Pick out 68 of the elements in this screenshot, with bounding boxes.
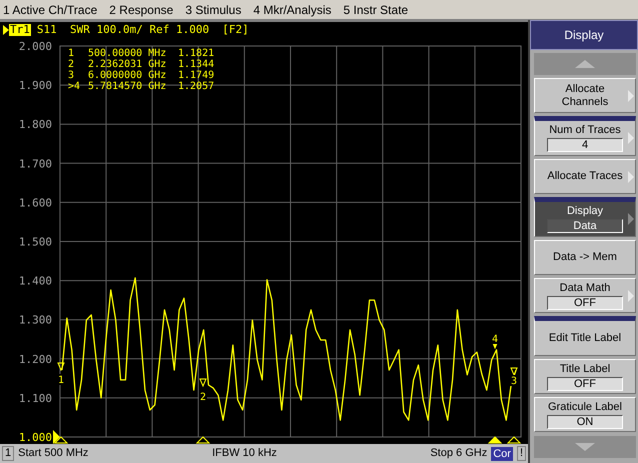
down-arrow-icon: [575, 443, 595, 451]
softkey-button[interactable]: Data Math OFF: [534, 278, 636, 313]
submenu-arrow-icon: [628, 213, 634, 225]
scroll-up-button[interactable]: [534, 53, 636, 75]
ifbw-setting: IFBW 10 kHz: [212, 446, 278, 462]
y-axis-label: 1.500: [18, 236, 52, 248]
alert-indicator: !: [516, 446, 526, 461]
marker-value: 1.1821: [178, 48, 214, 59]
correction-indicator: Cor: [491, 446, 513, 460]
marker-value: 1.1344: [178, 59, 214, 70]
softkey-value-field: ON: [547, 414, 623, 428]
submenu-arrow-icon: [628, 90, 634, 102]
menu-item[interactable]: 5 Instr State: [343, 0, 408, 18]
marker-stimulus: 6.0000000 GHz: [88, 70, 166, 81]
up-arrow-icon: [575, 60, 595, 68]
softkey-button[interactable]: Allocate Traces: [534, 159, 636, 194]
marker-label: 3: [510, 376, 518, 387]
start-frequency: Start 500 MHz: [18, 446, 90, 462]
scroll-down-button[interactable]: [534, 436, 636, 458]
y-axis-label: 2.000: [18, 40, 52, 53]
softkey-button[interactable]: Graticule Label ON: [534, 397, 636, 432]
y-axis-label: 1.600: [18, 196, 52, 210]
marker-number: 2: [68, 59, 74, 70]
marker-stimulus: 5.7814570 GHz: [88, 81, 166, 92]
y-axis-label: 1.300: [18, 314, 52, 327]
y-axis-label: 1.700: [18, 157, 52, 170]
softkey-value-field: OFF: [547, 376, 623, 390]
submenu-arrow-icon: [628, 132, 634, 144]
submenu-arrow-icon: [628, 290, 634, 302]
marker-stimulus: 2.2362031 GHz: [88, 59, 166, 70]
softkey-button[interactable]: Edit Title Label: [534, 316, 636, 356]
marker-number: 1: [68, 48, 74, 59]
softkey-button[interactable]: Title Label OFF: [534, 359, 636, 394]
y-axis-label: 1.900: [18, 79, 52, 92]
softkey-value-field: 4: [547, 138, 623, 152]
softkey-button[interactable]: Data -> Mem: [534, 240, 636, 275]
marker-number: 3: [68, 70, 74, 81]
softkey-value-field: OFF: [547, 296, 623, 310]
marker-label: 4: [492, 334, 498, 345]
softkey-button[interactable]: Num of Traces 4: [534, 116, 636, 156]
marker-triangle-icon: [57, 362, 65, 372]
channel-indicator: 1: [2, 446, 14, 461]
stop-frequency: Stop 6 GHz: [430, 446, 488, 462]
menu-item[interactable]: 2 Response: [109, 0, 174, 18]
marker-number: >4: [68, 81, 80, 92]
y-axis-label: 1.200: [18, 352, 52, 366]
softkey-menu-title: Display: [530, 20, 638, 50]
softkey-value-field: Data: [547, 219, 623, 233]
marker-value: 1.1749: [178, 70, 214, 81]
menu-item[interactable]: 1 Active Ch/Trace: [3, 0, 98, 18]
trace-settings: S11 SWR 100.0m/ Ref 1.000 [F2]: [36, 22, 249, 38]
marker-value: 1.2057: [178, 81, 214, 92]
marker-triangle-icon: [510, 368, 518, 376]
menu-item[interactable]: 4 Mkr/Analysis: [253, 0, 332, 18]
softkey-button[interactable]: Display Data: [534, 197, 636, 237]
marker-triangle-icon: [199, 378, 207, 388]
marker-stimulus: 500.00000 MHz: [88, 48, 166, 59]
menu-item[interactable]: 3 Stimulus: [185, 0, 242, 18]
submenu-arrow-icon: [628, 171, 634, 183]
y-axis-label: 1.800: [18, 118, 52, 132]
active-trace-pointer-icon: [3, 25, 9, 35]
marker-label: 1: [58, 375, 64, 386]
y-axis-label: 1.100: [18, 392, 52, 405]
reference-pointer-icon: [53, 430, 60, 444]
y-axis-label: 1.400: [18, 274, 52, 288]
softkey-button[interactable]: Allocate Channels: [534, 78, 636, 113]
y-axis-label: 1.000: [18, 431, 52, 444]
marker-label: 2: [200, 392, 206, 403]
